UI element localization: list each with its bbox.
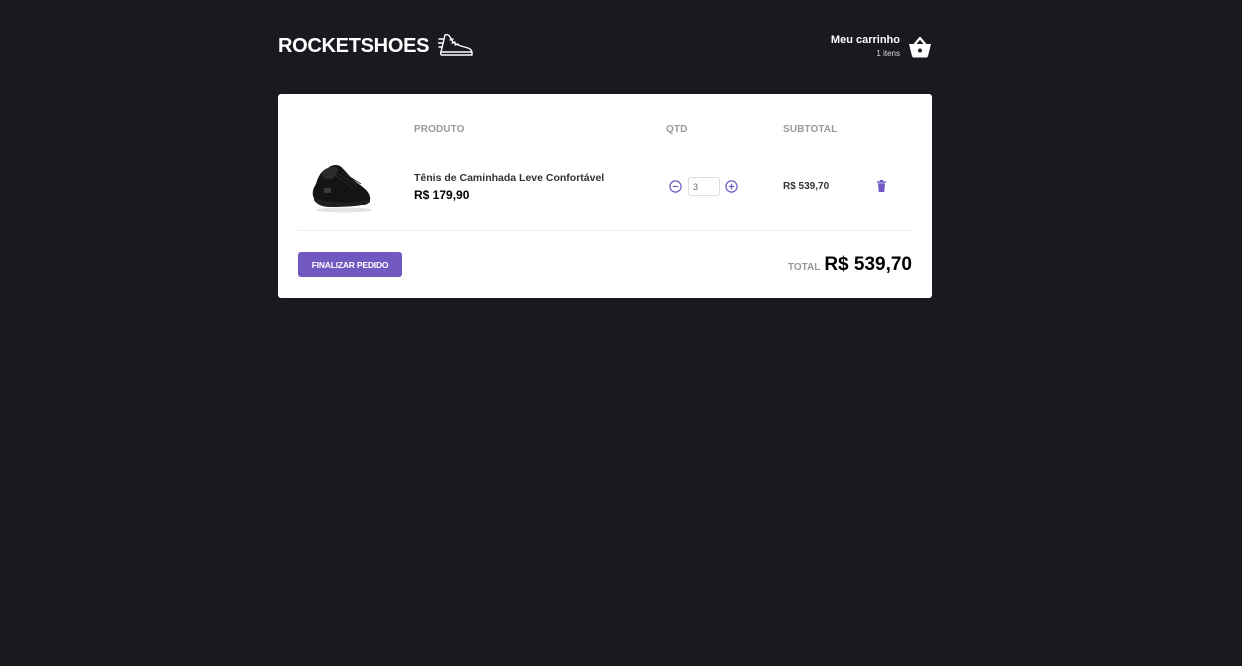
cart-text: Meu carrinho 1 itens [831, 33, 900, 60]
order-total: TOTAL R$ 539,70 [788, 254, 912, 276]
logo-text: ROCKETSHOES [278, 35, 430, 57]
remove-item-button[interactable] [876, 180, 887, 192]
column-header-product: PRODUTO [414, 124, 465, 135]
plus-circle-icon [725, 180, 738, 193]
product-title: Tênis de Caminhada Leve Confortável [414, 172, 605, 184]
total-label: TOTAL [787, 262, 821, 273]
row-subtotal: R$ 539,70 [783, 181, 830, 192]
cart-title: Meu carrinho [830, 34, 900, 46]
trash-icon [877, 180, 886, 192]
divider [298, 230, 912, 231]
decrement-button[interactable] [669, 180, 682, 193]
cart-panel: PRODUTO QTD SUBTOTAL Tênis de Caminhada … [278, 94, 932, 298]
product-price: R$ 179,90 [414, 188, 470, 202]
logo-link[interactable]: ROCKETSHOES [278, 32, 474, 60]
basket-icon [909, 36, 931, 57]
app-header: ROCKETSHOES Meu carrinho 1 itens [278, 28, 932, 68]
minus-circle-icon [669, 180, 682, 193]
quantity-input[interactable] [688, 177, 720, 196]
sneaker-icon [438, 33, 473, 56]
increment-button[interactable] [725, 180, 738, 193]
cart-item-count: 1 itens [876, 49, 900, 58]
column-header-qty: QTD [666, 124, 688, 135]
cart-link[interactable]: Meu carrinho 1 itens [831, 33, 932, 60]
column-header-subtotal: SUBTOTAL [783, 124, 838, 135]
product-image [312, 164, 372, 213]
quantity-stepper [669, 176, 738, 197]
total-value: R$ 539,70 [824, 254, 912, 275]
finish-order-button[interactable]: FINALIZAR PEDIDO [298, 252, 402, 277]
